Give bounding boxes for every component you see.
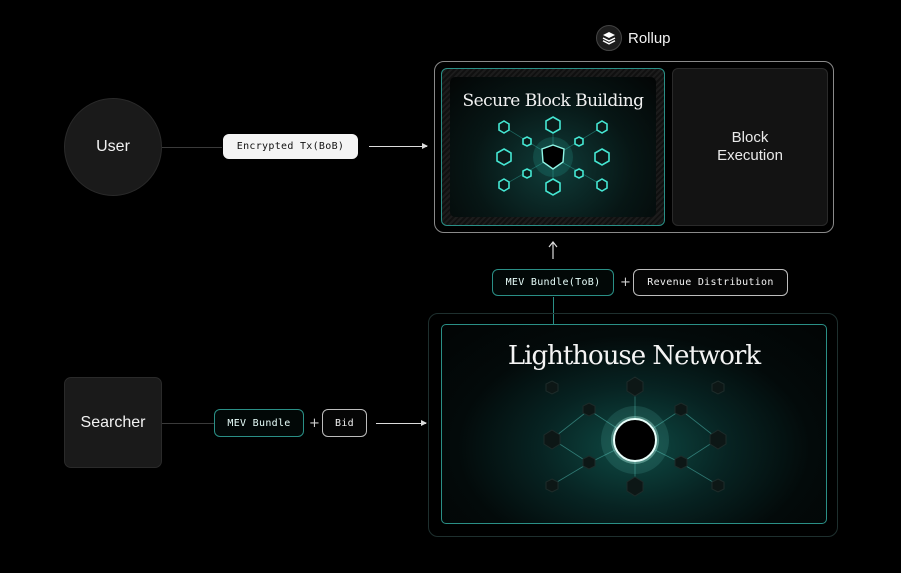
user-arrow: [369, 143, 428, 149]
block-execution-panel: Block Execution: [672, 68, 828, 226]
secure-block-building-inner: Secure Block Building: [450, 77, 656, 217]
user-label: User: [96, 138, 130, 155]
plus-sign: +: [309, 416, 320, 431]
lighthouse-panel: Lighthouse Network: [441, 324, 827, 524]
block-execution-line1: Block: [731, 129, 769, 146]
secure-block-building-panel: Secure Block Building: [441, 68, 665, 226]
layers-icon: [596, 25, 622, 51]
revenue-distribution-pill: Revenue Distribution: [633, 269, 788, 296]
rollup-header: Rollup: [596, 25, 671, 51]
searcher-node: Searcher: [64, 377, 162, 468]
up-arrow: [546, 240, 560, 260]
searcher-arrow: [376, 420, 427, 426]
secure-network-graphic: [496, 116, 610, 196]
plus-sign: +: [620, 275, 631, 290]
user-node: User: [64, 98, 162, 196]
lighthouse-network-graphic: [543, 376, 727, 497]
mev-bundle-pill: MEV Bundle: [214, 409, 304, 437]
searcher-connector: [162, 423, 214, 424]
block-execution-line2: Execution: [717, 147, 783, 164]
user-connector: [162, 147, 222, 148]
searcher-label: Searcher: [80, 413, 146, 431]
mev-bundle-tob-pill: MEV Bundle(ToB): [492, 269, 614, 296]
rollup-label: Rollup: [628, 29, 671, 47]
bid-pill: Bid: [322, 409, 367, 437]
encrypted-tx-pill: Encrypted Tx(BoB): [223, 134, 358, 159]
